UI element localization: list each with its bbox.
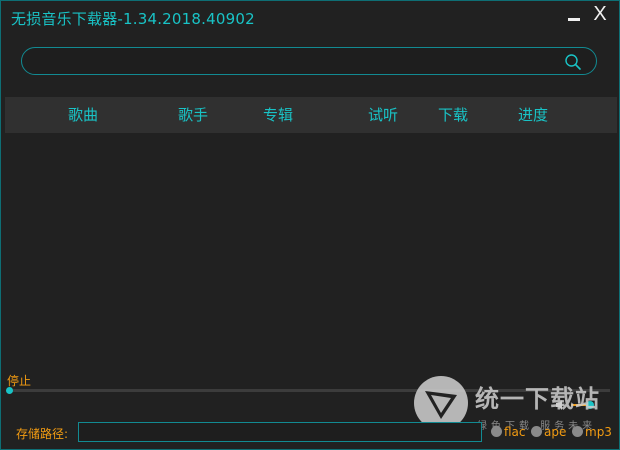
column-download[interactable]: 下载 [438, 97, 468, 133]
column-progress[interactable]: 进度 [518, 97, 548, 133]
minimize-button[interactable] [564, 9, 584, 25]
save-path-input[interactable] [78, 422, 482, 442]
close-button[interactable]: X [589, 3, 611, 25]
radio-dot[interactable] [572, 426, 583, 437]
radio-dot[interactable] [531, 426, 542, 437]
close-icon: X [593, 3, 607, 25]
window-title: 无损音乐下载器-1.34.2018.40902 [11, 10, 255, 28]
minimize-icon [568, 18, 580, 21]
column-album[interactable]: 专辑 [263, 97, 293, 133]
song-list[interactable] [5, 133, 617, 369]
format-label: ape [544, 425, 567, 439]
playback-progress-handle[interactable] [6, 387, 13, 394]
app-window: 无损音乐下载器-1.34.2018.40902 X 歌曲 歌手 专辑 试听 下载… [0, 0, 620, 450]
column-artist[interactable]: 歌手 [178, 97, 208, 133]
search-input[interactable] [36, 51, 560, 73]
table-header: 歌曲 歌手 专辑 试听 下载 进度 [5, 97, 617, 133]
search-box [21, 47, 597, 75]
radio-dot[interactable] [491, 426, 502, 437]
column-preview[interactable]: 试听 [368, 97, 398, 133]
format-label: flac [504, 425, 526, 439]
search-icon[interactable] [564, 53, 582, 71]
watermark-text: 统一下载站 [475, 385, 600, 413]
save-path-label: 存储路径: [16, 427, 69, 441]
column-song[interactable]: 歌曲 [68, 97, 98, 133]
format-label: mp3 [585, 425, 612, 439]
